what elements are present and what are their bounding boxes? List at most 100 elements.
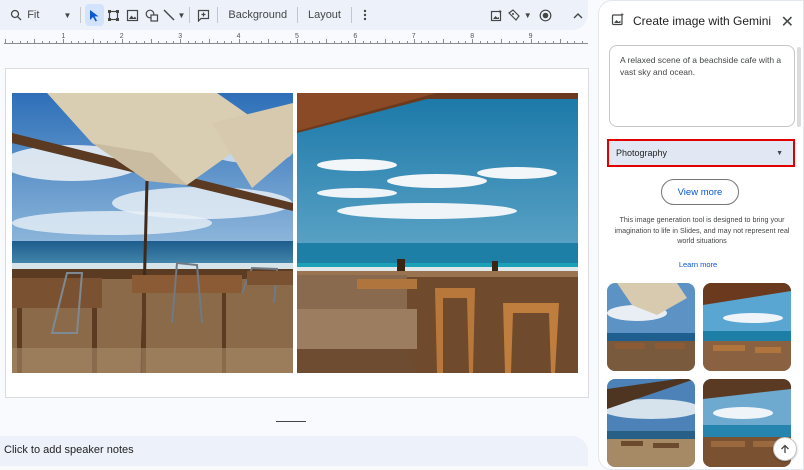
ruler-number: 8: [470, 33, 475, 40]
ruler-tick: [559, 39, 561, 44]
ruler-tick: [457, 41, 459, 44]
ruler-tick: [464, 41, 466, 44]
chevron-up-icon[interactable]: [569, 4, 588, 26]
add-comment-icon[interactable]: [194, 4, 213, 26]
beach-cafe-image-right[interactable]: [297, 93, 578, 373]
ruler-tick: [435, 41, 437, 44]
ruler-number: 9: [528, 33, 533, 40]
toolbar: Fit ▼ ▼ Background Layout ▼: [0, 0, 588, 30]
slides-app: Fit ▼ ▼ Background Layout ▼ 1 2 3 4 5 6 …: [0, 0, 804, 470]
prompt-scrollbar[interactable]: [797, 47, 801, 127]
ruler-tick: [34, 39, 36, 44]
ruler-tick: [545, 41, 547, 44]
close-icon[interactable]: ✕: [781, 12, 794, 32]
ruler-tick: [516, 41, 517, 44]
toolbar-divider: [79, 7, 81, 23]
ruler-tick: [377, 41, 379, 44]
toolbar-divider: [189, 7, 191, 23]
ruler-tick: [501, 39, 503, 44]
ruler-tick: [48, 41, 50, 44]
ruler-tick: [5, 39, 6, 44]
ruler-tick: [158, 41, 160, 44]
speaker-notes-field[interactable]: Click to add speaker notes: [0, 436, 588, 466]
ruler-tick: [194, 41, 196, 44]
select-box-icon[interactable]: [104, 4, 123, 26]
ruler-tick: [421, 41, 423, 44]
ruler-number: 6: [353, 33, 358, 40]
cursor-icon[interactable]: [84, 4, 104, 26]
ruler-tick: [289, 41, 291, 44]
beach-cafe-image-left[interactable]: [12, 93, 293, 373]
ruler-tick: [143, 41, 145, 44]
ruler-tick: [479, 41, 481, 44]
ruler-tick: [26, 41, 28, 44]
ruler-tick: [267, 39, 269, 44]
ruler-tick: [399, 41, 401, 44]
more-vert-icon[interactable]: [356, 4, 375, 26]
chevron-down-icon: ▼: [776, 150, 783, 157]
shape-icon[interactable]: [142, 4, 161, 26]
record-icon[interactable]: [536, 4, 555, 26]
view-more-label: View more: [677, 186, 723, 198]
learn-more-label: Learn more: [678, 260, 718, 269]
ruler-tick: [406, 41, 408, 44]
ruler-tick: [486, 41, 488, 44]
generated-image-thumbnail-2[interactable]: [703, 283, 791, 371]
ruler-tick: [107, 41, 109, 44]
ruler-tick: [574, 41, 576, 44]
prompt-text: A relaxed scene of a beachside cafe with…: [620, 55, 782, 77]
pen-icon[interactable]: [506, 4, 522, 26]
image-icon[interactable]: [123, 4, 142, 26]
slide-canvas[interactable]: [5, 68, 589, 398]
generated-image-thumbnail-1[interactable]: [607, 283, 695, 371]
generated-image-thumbnail-3[interactable]: [607, 379, 695, 467]
ruler-number: 2: [119, 33, 124, 40]
ruler-tick: [552, 41, 554, 44]
ruler-tick: [508, 41, 510, 44]
add-image-icon[interactable]: [487, 4, 506, 26]
ruler-tick: [151, 39, 152, 44]
style-dropdown[interactable]: Photography ▼: [607, 139, 795, 167]
ruler-tick: [136, 41, 138, 44]
ruler-tick: [78, 41, 79, 44]
toolbar-divider: [217, 7, 219, 23]
ruler-tick: [85, 41, 87, 44]
ruler-tick: [275, 41, 277, 44]
ruler-tick: [362, 41, 364, 44]
ruler-tick: [19, 41, 21, 44]
ruler-tick: [114, 41, 116, 44]
ruler-tick: [391, 41, 393, 44]
ruler-tick: [384, 39, 386, 44]
ruler-tick: [12, 41, 14, 44]
view-more-button[interactable]: View more: [661, 179, 739, 205]
notes-resize-handle[interactable]: [276, 421, 306, 422]
ruler-tick: [224, 41, 225, 44]
chevron-down-icon: ▼: [63, 10, 72, 20]
ruler-tick: [282, 41, 284, 44]
toolbar-divider: [350, 7, 352, 23]
learn-more-link[interactable]: Learn more: [599, 260, 797, 269]
ruler-tick: [165, 41, 167, 44]
ruler-tick: [253, 41, 255, 44]
line-chevron-down-icon[interactable]: ▼: [177, 11, 185, 20]
line-icon[interactable]: [162, 4, 176, 26]
prompt-input[interactable]: A relaxed scene of a beachside cafe with…: [609, 45, 795, 127]
panel-header: Create image with Gemini ✕: [611, 12, 796, 32]
ruler-line: [4, 43, 588, 44]
layout-button[interactable]: Layout: [302, 9, 347, 21]
ruler-tick: [231, 41, 233, 44]
background-button[interactable]: Background: [222, 9, 293, 21]
ruler-tick: [348, 41, 350, 44]
zoom-select[interactable]: Fit ▼: [25, 9, 76, 21]
horizontal-ruler[interactable]: 1 2 3 4 5 6 7 8 9: [0, 33, 588, 46]
ruler-tick: [209, 39, 211, 44]
ruler-tick: [450, 41, 452, 44]
ruler-tick: [56, 41, 58, 44]
ruler-tick: [304, 41, 306, 44]
ruler-tick: [523, 41, 525, 44]
panel-title: Create image with Gemini: [633, 14, 772, 28]
arrow-up-icon[interactable]: [773, 437, 797, 461]
search-menus-icon[interactable]: [6, 4, 25, 26]
ruler-number: 7: [411, 33, 416, 40]
pen-chevron-down-icon[interactable]: ▼: [524, 11, 532, 20]
